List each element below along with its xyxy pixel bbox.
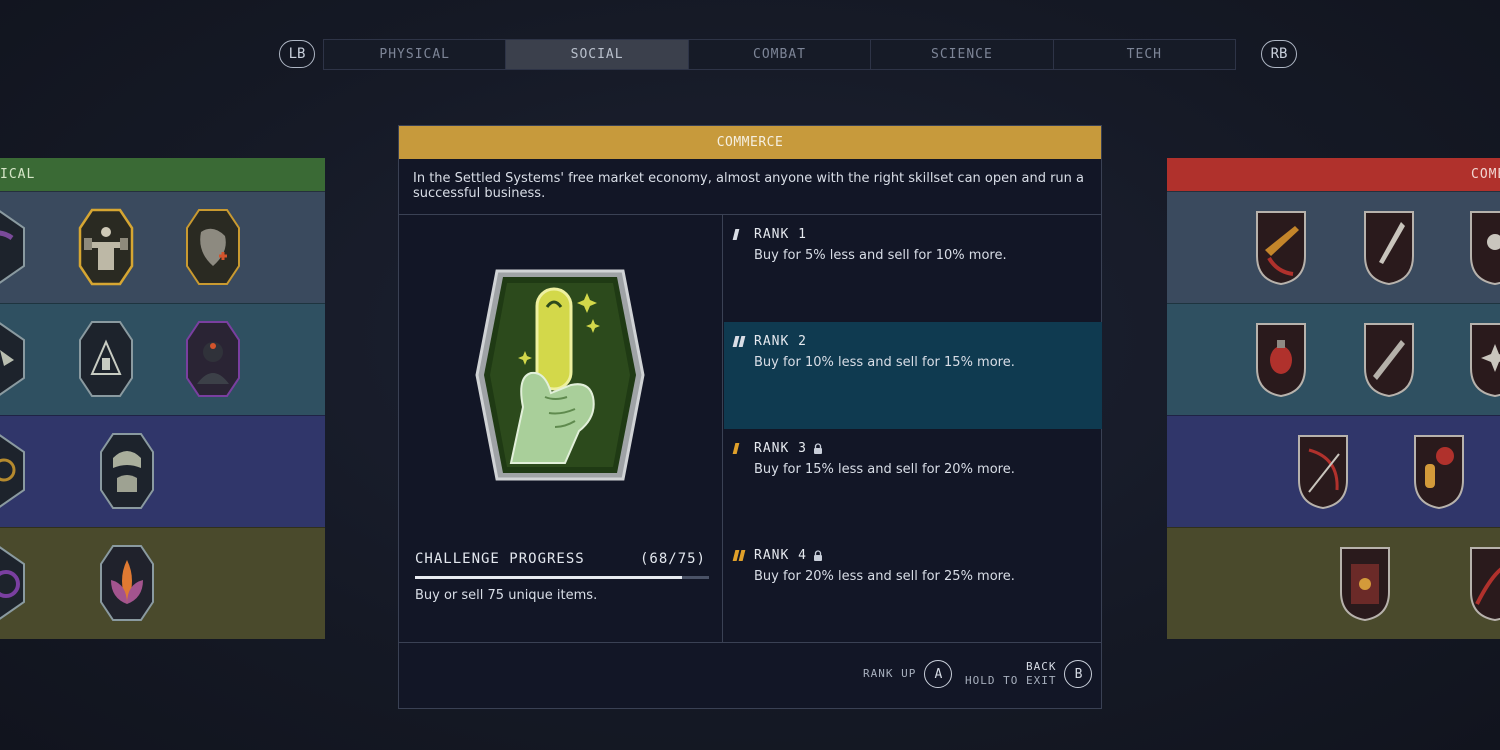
rank-title: RANK 4 — [754, 548, 1102, 563]
rank-2-row[interactable]: RANK 2 Buy for 10% less and sell for 15%… — [724, 322, 1102, 429]
skill-detail-dialog: COMMERCE In the Settled Systems' free ma… — [398, 125, 1102, 709]
ballistics-skill-icon[interactable] — [1253, 208, 1309, 286]
challenge-progress-label: CHALLENGE PROGRESS — [415, 551, 585, 567]
physical-panel-header: ICAL — [0, 158, 325, 191]
rank-effect: Buy for 10% less and sell for 15% more. — [754, 355, 1015, 370]
skill-title: COMMERCE — [399, 126, 1101, 159]
wellness-skill-icon[interactable] — [185, 208, 241, 286]
rank-marks — [732, 229, 740, 240]
skill-row-tier3 — [0, 415, 325, 527]
environmental-conditioning-skill-icon[interactable] — [99, 432, 155, 510]
back-button[interactable]: BACK HOLD TO EXIT B — [965, 660, 1093, 688]
rank-title-text: RANK 2 — [754, 334, 807, 349]
skill-row-tier4 — [0, 527, 325, 639]
rapid-reloading-skill-icon[interactable] — [1411, 432, 1467, 510]
tab-combat[interactable]: COMBAT — [688, 40, 872, 69]
hold-to-exit-label: HOLD TO EXIT — [965, 674, 1057, 687]
skill-row-tier4 — [1167, 527, 1500, 639]
heavy-weapons-skill-icon[interactable] — [1361, 320, 1417, 398]
crippling-skill-icon[interactable] — [1337, 544, 1393, 622]
lb-bumper-button[interactable]: LB — [279, 40, 315, 68]
back-label: BACK — [1025, 660, 1057, 673]
combat-skill-panel: COMB — [1167, 158, 1500, 644]
demolitions-skill-icon[interactable] — [1253, 320, 1309, 398]
skill-badge-icon[interactable] — [1467, 544, 1500, 622]
skill-badge-icon[interactable] — [0, 208, 26, 286]
rank-title: RANK 2 — [754, 334, 1102, 349]
skill-overview: CHALLENGE PROGRESS (68/75) Buy or sell 7… — [399, 215, 723, 642]
skill-badge-icon[interactable] — [1467, 320, 1500, 398]
physical-skill-panel: ICAL — [0, 158, 325, 644]
rank-4-row[interactable]: RANK 4 Buy for 20% less and sell for 25%… — [724, 536, 1102, 643]
skill-badge-icon[interactable] — [0, 432, 26, 510]
skill-description: In the Settled Systems' free market econ… — [399, 159, 1101, 215]
tab-tech[interactable]: TECH — [1053, 40, 1236, 69]
skill-badge-icon[interactable] — [1467, 208, 1500, 286]
rb-bumper-button[interactable]: RB — [1261, 40, 1297, 68]
skill-row-tier3 — [1167, 415, 1500, 527]
skill-row-tier1 — [0, 191, 325, 303]
skill-title-text: COMMERCE — [716, 135, 784, 150]
rank-marks — [732, 336, 746, 347]
combat-panel-header: COMB — [1167, 158, 1500, 191]
gymnastics-skill-icon[interactable] — [185, 320, 241, 398]
strength-skill-icon[interactable] — [76, 208, 136, 286]
skill-detail-body: CHALLENGE PROGRESS (68/75) Buy or sell 7… — [399, 215, 1102, 643]
tab-science[interactable]: SCIENCE — [871, 40, 1054, 69]
tab-physical[interactable]: PHYSICAL — [324, 40, 507, 69]
rank-mark — [738, 336, 746, 347]
challenge-progress-bar — [415, 576, 709, 579]
rank-1-row[interactable]: RANK 1 Buy for 5% less and sell for 10% … — [724, 215, 1102, 322]
rank-marks — [732, 443, 740, 454]
lock-icon — [813, 443, 822, 454]
dueling-skill-icon[interactable] — [1361, 208, 1417, 286]
rank-mark — [732, 443, 740, 454]
back-labels: BACK HOLD TO EXIT — [965, 660, 1056, 688]
rank-effect: Buy for 15% less and sell for 20% more. — [754, 462, 1015, 477]
skill-category-tabs: PHYSICAL SOCIAL COMBAT SCIENCE TECH — [323, 39, 1236, 70]
challenge-progress-fill — [415, 576, 682, 579]
rank-title-text: RANK 3 — [754, 441, 807, 456]
combat-panel-header-label: COMB — [1471, 167, 1500, 182]
skill-row-tier2 — [0, 303, 325, 415]
a-button-icon[interactable]: A — [924, 660, 953, 688]
rank-title: RANK 1 — [754, 227, 1102, 242]
dialog-footer: RANK UP A BACK HOLD TO EXIT B — [399, 643, 1101, 709]
rank-mark — [738, 550, 746, 561]
lock-icon — [813, 550, 822, 561]
tab-social[interactable]: SOCIAL — [506, 40, 689, 69]
rank-title-text: RANK 4 — [754, 548, 807, 563]
challenge-description: Buy or sell 75 unique items. — [415, 588, 598, 603]
rank-title: RANK 3 — [754, 441, 1102, 456]
skill-row-tier1 — [1167, 191, 1500, 303]
physical-panel-header-label: ICAL — [0, 167, 36, 182]
rank-3-row[interactable]: RANK 3 Buy for 15% less and sell for 20%… — [724, 429, 1102, 536]
skill-badge-icon[interactable] — [0, 544, 26, 622]
b-button-icon[interactable]: B — [1064, 660, 1093, 688]
rank-list: RANK 1 Buy for 5% less and sell for 10% … — [724, 215, 1102, 642]
marksmanship-skill-icon[interactable] — [1295, 432, 1351, 510]
hand-holding-credit-stick-icon — [475, 269, 645, 481]
rejuvenation-skill-icon[interactable] — [99, 544, 155, 622]
challenge-progress-count: (68/75) — [639, 551, 706, 567]
rank-title-text: RANK 1 — [754, 227, 807, 242]
rank-up-label: RANK UP — [863, 667, 917, 680]
skill-row-tier2 — [1167, 303, 1500, 415]
stealth-skill-icon[interactable] — [78, 320, 134, 398]
rank-up-button[interactable]: RANK UP A — [863, 660, 953, 688]
skill-badge-icon[interactable] — [0, 320, 26, 398]
rank-effect: Buy for 5% less and sell for 10% more. — [754, 248, 1007, 263]
rank-marks — [732, 550, 746, 561]
rank-effect: Buy for 20% less and sell for 25% more. — [754, 569, 1015, 584]
rank-mark — [732, 229, 740, 240]
